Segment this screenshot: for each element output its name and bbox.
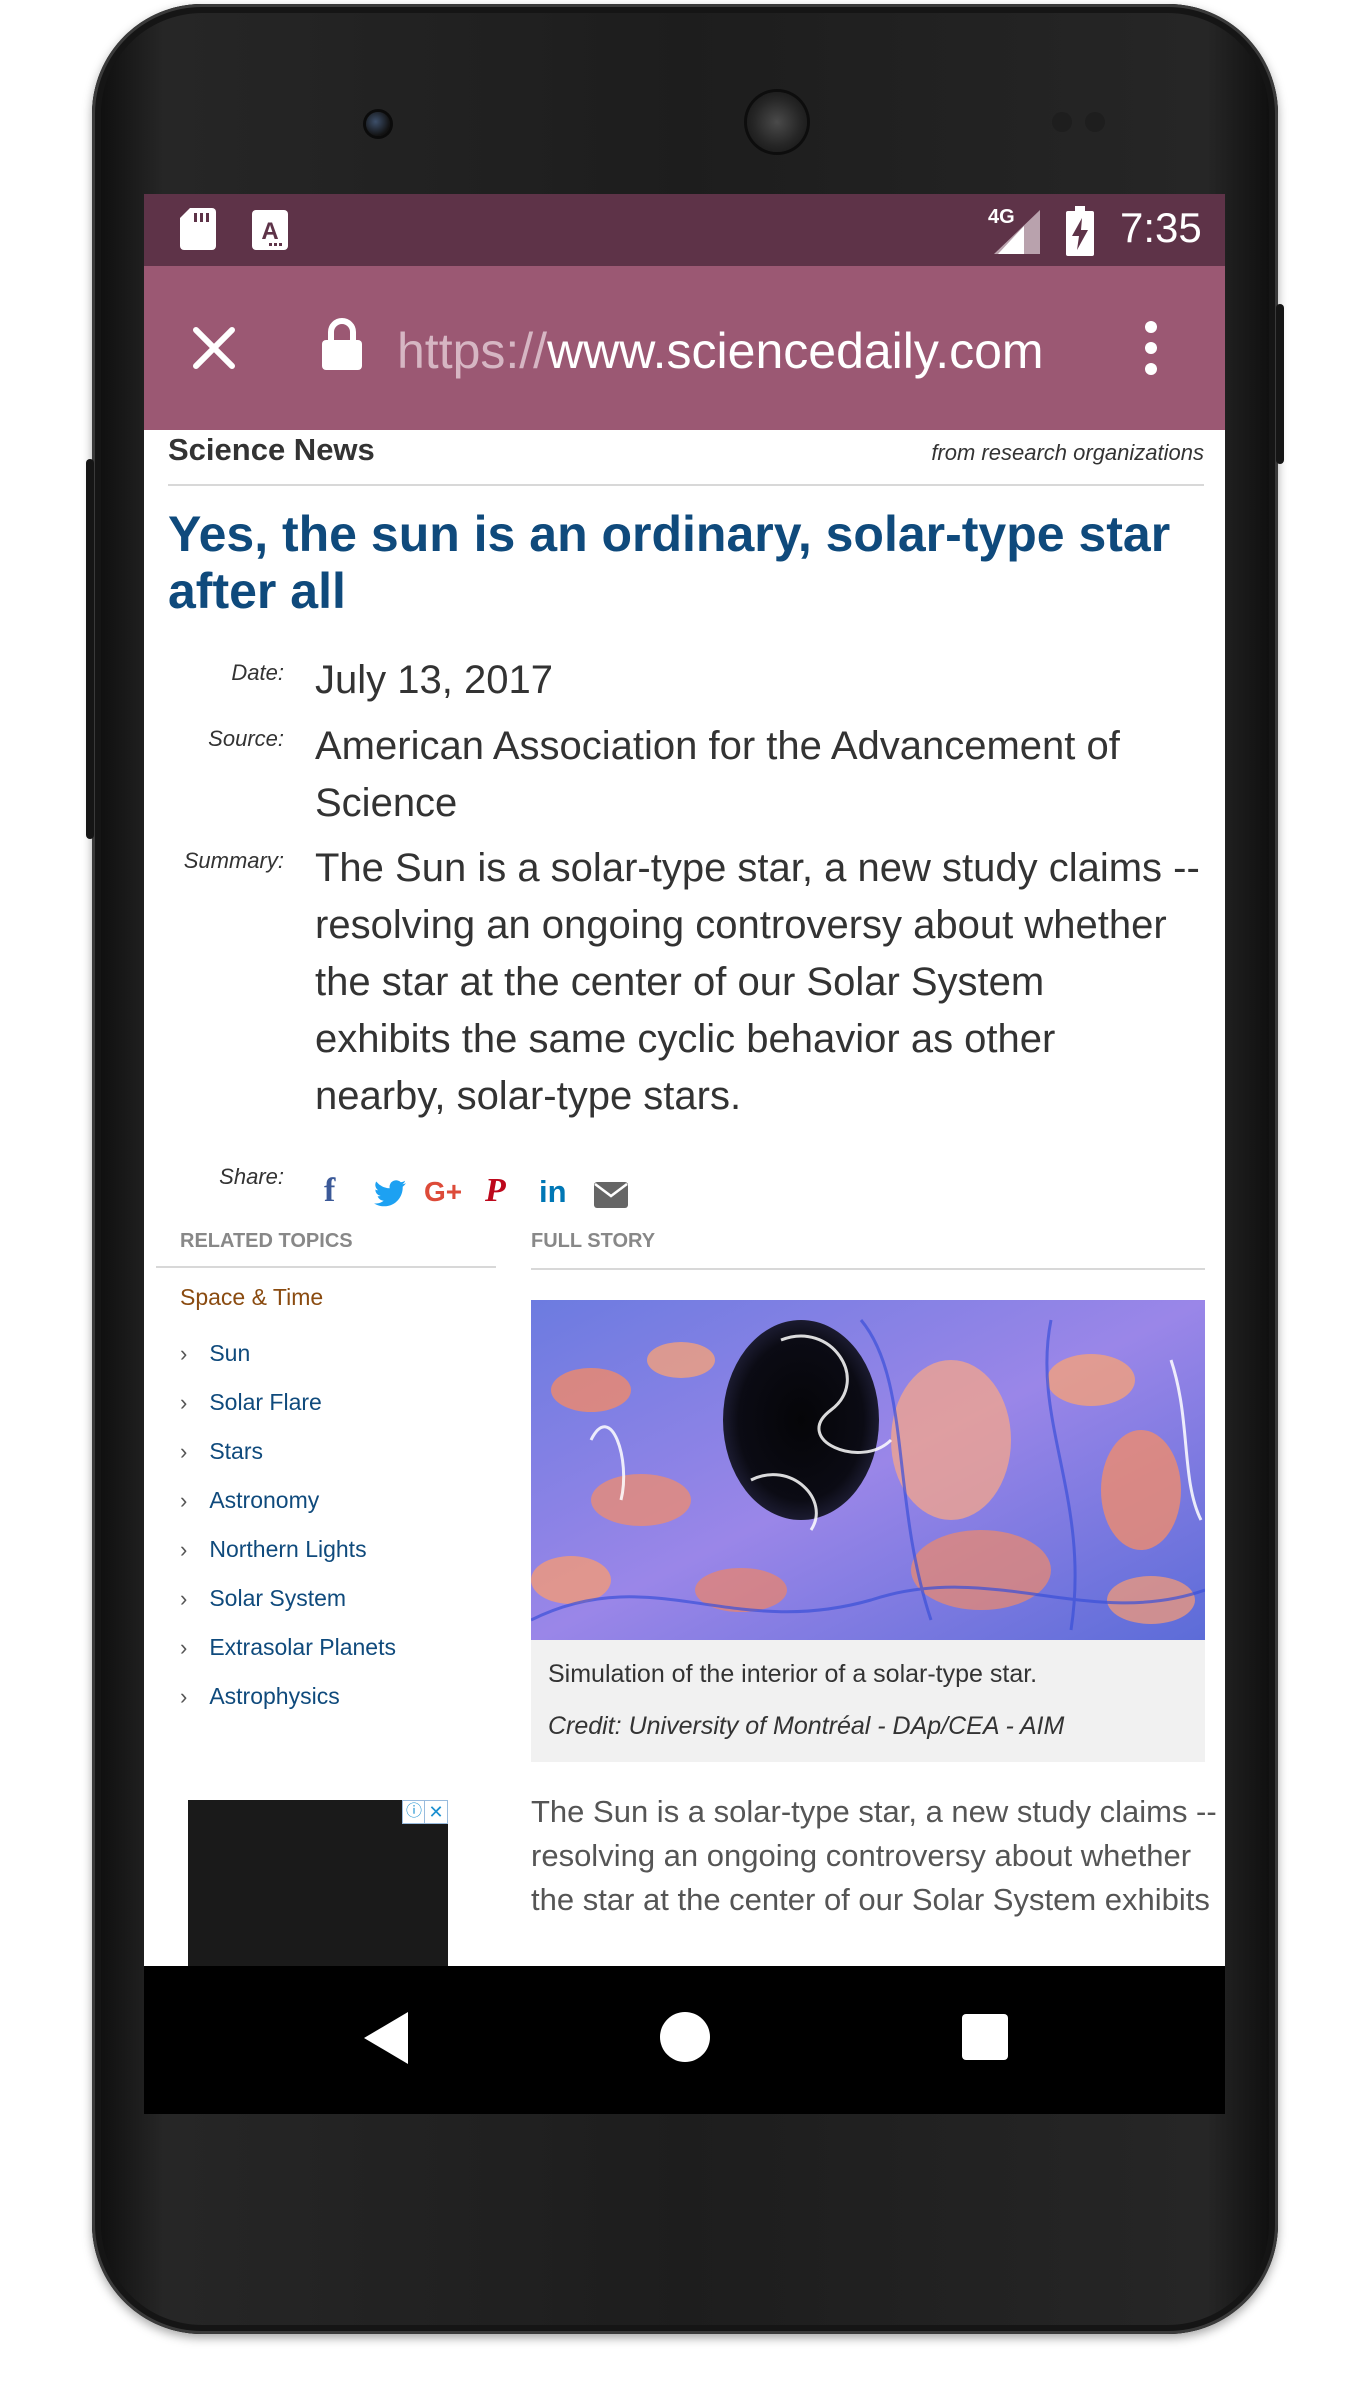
recents-icon[interactable] (962, 2014, 1008, 2060)
article-title: Yes, the sun is an ordinary, solar-type … (168, 506, 1171, 619)
topic-label: Northern Lights (209, 1536, 367, 1562)
lock-icon (322, 318, 362, 370)
chevron-right-icon: › (180, 1683, 188, 1709)
image-caption: Simulation of the interior of a solar-ty… (548, 1660, 1038, 1688)
image-credit: Credit: University of Montréal - DAp/CEA… (548, 1712, 1065, 1740)
sd-card-icon (180, 208, 216, 250)
phone-screen: A 4G 7:35 https://www.sciencedaily.com S… (144, 194, 1225, 2114)
share-label: Share: (219, 1164, 284, 1189)
related-topics: RELATED TOPICS Space & Time › Sun › Solar … (156, 1230, 496, 1966)
chevron-right-icon: › (180, 1340, 188, 1366)
svg-text:A: A (261, 218, 278, 245)
topic-label: Sun (209, 1340, 251, 1366)
related-topic-item[interactable]: › Stars (180, 1438, 263, 1465)
related-topic-item[interactable]: › Astronomy (180, 1487, 319, 1514)
star-simulation-image[interactable] (531, 1300, 1205, 1640)
email-icon[interactable] (594, 1182, 628, 1208)
topic-label: Astrophysics (209, 1683, 340, 1709)
adchoices-icon[interactable]: ⓘ (402, 1800, 426, 1824)
summary-line-2: resolving an ongoing controversy about w… (315, 903, 1167, 947)
facebook-icon[interactable]: f (324, 1172, 335, 1210)
related-topic-item[interactable]: › Solar System (180, 1585, 346, 1612)
article-date: July 13, 2017 (315, 658, 553, 702)
full-story-divider (531, 1268, 1205, 1270)
related-topic-item[interactable]: › Northern Lights (180, 1536, 367, 1563)
status-time: 7:35 (1120, 204, 1202, 251)
ad-close-icon[interactable]: ✕ (424, 1800, 448, 1824)
body-line-2: resolving an ongoing controversy about w… (531, 1838, 1192, 1873)
article-source-line-2: Science (315, 781, 458, 825)
related-topic-item[interactable]: › Extrasolar Planets (180, 1634, 396, 1661)
article-source-line-1: American Association for the Advancement… (315, 724, 1120, 768)
web-content: Science News from research organizations… (144, 430, 1225, 1966)
volume-button (86, 459, 94, 839)
date-label: Date: (231, 660, 284, 685)
navigation-bar (144, 1966, 1225, 2114)
light-sensor (1085, 112, 1105, 132)
battery-charging-icon (1066, 206, 1094, 256)
front-camera (366, 112, 390, 136)
related-divider (156, 1266, 496, 1268)
summary-line-3: the star at the center of our Solar Syst… (315, 960, 1045, 1004)
related-topic-item[interactable]: › Sun (180, 1340, 250, 1367)
source-label: Source: (208, 726, 284, 751)
site-tagline: from research organizations (931, 440, 1204, 465)
related-topic-item[interactable]: › Solar Flare (180, 1389, 322, 1416)
meta-labels: Date: Source: Summary: Share: (144, 430, 284, 1330)
font-app-icon: A (252, 210, 288, 250)
url-bar[interactable]: https://www.sciencedaily.com (397, 322, 1044, 380)
topic-label: Extrasolar Planets (209, 1634, 396, 1660)
related-topic-item[interactable]: › Astrophysics (180, 1683, 340, 1710)
pinterest-icon[interactable]: P (485, 1172, 506, 1210)
topic-label: Solar System (209, 1585, 347, 1611)
twitter-icon[interactable] (374, 1180, 406, 1208)
chevron-right-icon: › (180, 1438, 188, 1464)
chevron-right-icon: › (180, 1536, 188, 1562)
chevron-right-icon: › (180, 1634, 188, 1660)
back-icon[interactable] (362, 2010, 410, 2066)
url-scheme: https:// (397, 323, 548, 379)
google-plus-icon[interactable]: G+ (424, 1176, 462, 1208)
topic-label: Solar Flare (209, 1389, 322, 1415)
related-topics-heading: RELATED TOPICS (180, 1230, 353, 1252)
proximity-sensor (1052, 112, 1072, 132)
earpiece-speaker (747, 92, 807, 152)
linkedin-icon[interactable]: in (539, 1174, 567, 1210)
full-story-heading: FULL STORY (531, 1230, 656, 1252)
full-story: FULL STORY Simulation of the interior of… (531, 1230, 1217, 1966)
summary-line-1: The Sun is a solar-type star, a new stud… (315, 846, 1200, 890)
status-bar: A 4G 7:35 (144, 194, 1225, 266)
header-divider (168, 484, 1204, 486)
chevron-right-icon: › (180, 1487, 188, 1513)
ad-banner[interactable]: ⓘ ✕ (188, 1800, 448, 1966)
body-line-3: the star at the center of our Solar Syst… (531, 1882, 1210, 1917)
image-caption-box: Simulation of the interior of a solar-ty… (531, 1640, 1205, 1762)
chevron-right-icon: › (180, 1585, 188, 1611)
summary-label: Summary: (183, 848, 284, 873)
related-category[interactable]: Space & Time (180, 1284, 323, 1311)
body-line-1: The Sun is a solar-type star, a new stud… (531, 1794, 1217, 1829)
url-host: www.sciencedaily.com (547, 323, 1044, 379)
browser-toolbar: https://www.sciencedaily.com (144, 266, 1225, 430)
power-button (1276, 304, 1284, 464)
summary-line-4: exhibits the same cyclic behavior as oth… (315, 1017, 1056, 1061)
topic-label: Stars (209, 1438, 264, 1464)
signal-icon (994, 210, 1040, 254)
close-icon[interactable] (192, 326, 236, 370)
topic-label: Astronomy (209, 1487, 320, 1513)
chevron-right-icon: › (180, 1389, 188, 1415)
home-icon[interactable] (660, 2012, 710, 2062)
more-vert-icon[interactable] (1144, 320, 1158, 376)
summary-line-5: nearby, solar-type stars. (315, 1074, 742, 1118)
